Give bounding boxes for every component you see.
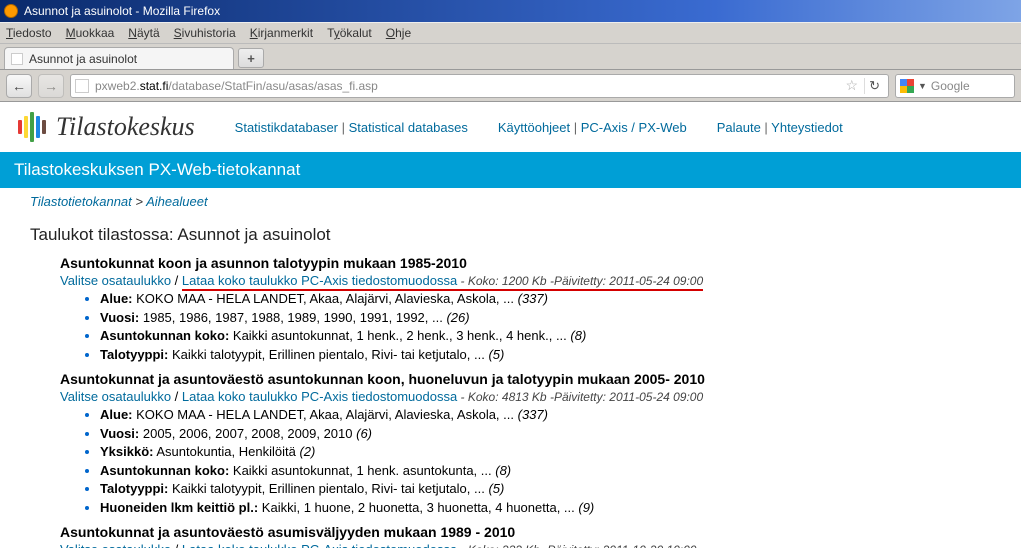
browser-menubar: Tiedosto Muokkaa Näytä Sivuhistoria Kirj… (0, 22, 1021, 44)
table-links-row: Valitse osataulukko / Lataa koko taulukk… (60, 542, 991, 548)
urlbar-favicon (75, 79, 89, 93)
url-host: stat.fi (140, 79, 169, 93)
tab-label: Asunnot ja asuinolot (29, 52, 137, 66)
select-subtable-link[interactable]: Valitse osataulukko (60, 542, 171, 548)
breadcrumb-current[interactable]: Aihealueet (146, 194, 207, 209)
menu-tools[interactable]: Työkalut (327, 26, 372, 40)
table-title: Asuntokunnat koon ja asunnon talotyypin … (60, 255, 991, 271)
url-path: /database/StatFin/asu/asas/asas_fi.asp (168, 79, 377, 93)
table-links-row: Valitse osataulukko / Lataa koko taulukk… (60, 389, 991, 404)
table-meta: - Koko: 4813 Kb -Päivitetty: 2011-05-24 … (457, 390, 703, 404)
tab-favicon (11, 53, 23, 65)
dimension-list: Alue: KOKO MAA - HELA LANDET, Akaa, Alaj… (100, 290, 991, 363)
dimension-item: Alue: KOKO MAA - HELA LANDET, Akaa, Alaj… (100, 290, 991, 308)
navlink-palaute[interactable]: Palaute (717, 120, 761, 135)
table-title: Asuntokunnat ja asuntoväestö asumisväljy… (60, 524, 991, 540)
section-heading: Taulukot tilastossa: Asunnot ja asuinolo… (30, 225, 991, 245)
download-pcaxis-link[interactable]: Lataa koko taulukko PC-Axis tiedostomuod… (182, 389, 457, 404)
window-titlebar: Asunnot ja asuinolot - Mozilla Firefox (0, 0, 1021, 22)
download-pcaxis-link[interactable]: Lataa koko taulukko PC-Axis tiedostomuod… (182, 542, 457, 548)
dimension-list: Alue: KOKO MAA - HELA LANDET, Akaa, Alaj… (100, 406, 991, 516)
logo-mark-icon (18, 112, 48, 142)
navlink-statistikdatabaser[interactable]: Statistikdatabaser (235, 120, 338, 135)
back-button[interactable]: ← (6, 74, 32, 98)
menu-view[interactable]: Näytä (128, 26, 159, 40)
menu-help[interactable]: Ohje (386, 26, 411, 40)
select-subtable-link[interactable]: Valitse osataulukko (60, 273, 171, 288)
navlink-kayttoohjeet[interactable]: Käyttöohjeet (498, 120, 570, 135)
header-nav-links: Statistikdatabaser | Statistical databas… (235, 120, 843, 135)
dimension-item: Yksikkö: Asuntokuntia, Henkilöitä (2) (100, 443, 991, 461)
site-logo[interactable]: Tilastokeskus (18, 112, 195, 142)
url-bar[interactable]: pxweb2.stat.fi/database/StatFin/asu/asas… (70, 74, 889, 98)
forward-button[interactable]: → (38, 74, 64, 98)
search-dropdown-icon[interactable]: ▼ (918, 81, 927, 91)
dimension-item: Vuosi: 1985, 1986, 1987, 1988, 1989, 199… (100, 309, 991, 327)
google-icon (900, 79, 914, 93)
page-title-bar: Tilastokeskuksen PX-Web-tietokannat (0, 152, 1021, 188)
breadcrumb: Tilastotietokannat > Aihealueet (0, 188, 1021, 215)
site-header: Tilastokeskus Statistikdatabaser | Stati… (0, 102, 1021, 148)
page-content: Tilastokeskus Statistikdatabaser | Stati… (0, 102, 1021, 548)
dimension-item: Talotyyppi: Kaikki talotyypit, Erillinen… (100, 346, 991, 364)
new-tab-button[interactable]: + (238, 48, 264, 68)
dimension-item: Huoneiden lkm keittiö pl.: Kaikki, 1 huo… (100, 499, 991, 517)
dimension-item: Vuosi: 2005, 2006, 2007, 2008, 2009, 201… (100, 425, 991, 443)
table-meta: - Koko: 1200 Kb -Päivitetty: 2011-05-24 … (457, 274, 703, 291)
menu-file[interactable]: Tiedosto (6, 26, 52, 40)
navlink-pcaxis[interactable]: PC-Axis / PX-Web (581, 120, 687, 135)
dimension-item: Asuntokunnan koko: Kaikki asuntokunnat, … (100, 462, 991, 480)
url-prefix: pxweb2. (95, 79, 140, 93)
bookmark-star-icon[interactable]: ☆ (840, 77, 865, 94)
search-box[interactable]: ▼ Google (895, 74, 1015, 98)
search-placeholder: Google (931, 79, 970, 93)
reload-icon[interactable]: ↻ (864, 78, 884, 94)
download-pcaxis-link[interactable]: Lataa koko taulukko PC-Axis tiedostomuod… (182, 273, 457, 291)
breadcrumb-root[interactable]: Tilastotietokannat (30, 194, 132, 209)
browser-navbar: ← → pxweb2.stat.fi/database/StatFin/asu/… (0, 70, 1021, 102)
browser-tabstrip: Asunnot ja asuinolot + (0, 44, 1021, 70)
dimension-item: Talotyyppi: Kaikki talotyypit, Erillinen… (100, 480, 991, 498)
select-subtable-link[interactable]: Valitse osataulukko (60, 389, 171, 404)
main-content: Taulukot tilastossa: Asunnot ja asuinolo… (0, 215, 1021, 548)
browser-tab-active[interactable]: Asunnot ja asuinolot (4, 47, 234, 69)
dimension-item: Asuntokunnan koko: Kaikki asuntokunnat, … (100, 327, 991, 345)
table-meta: - Koko: 232 Kb -Päivitetty: 2011-10-20 1… (457, 543, 696, 548)
window-title: Asunnot ja asuinolot - Mozilla Firefox (24, 4, 220, 18)
table-title: Asuntokunnat ja asuntoväestö asuntokunna… (60, 371, 991, 387)
firefox-icon (4, 4, 18, 18)
navlink-statistical-databases[interactable]: Statistical databases (349, 120, 468, 135)
dimension-item: Alue: KOKO MAA - HELA LANDET, Akaa, Alaj… (100, 406, 991, 424)
logo-text: Tilastokeskus (56, 112, 195, 142)
menu-edit[interactable]: Muokkaa (66, 26, 115, 40)
navlink-yhteystiedot[interactable]: Yhteystiedot (771, 120, 843, 135)
table-links-row: Valitse osataulukko / Lataa koko taulukk… (60, 273, 991, 288)
menu-bookmarks[interactable]: Kirjanmerkit (250, 26, 313, 40)
menu-history[interactable]: Sivuhistoria (174, 26, 236, 40)
